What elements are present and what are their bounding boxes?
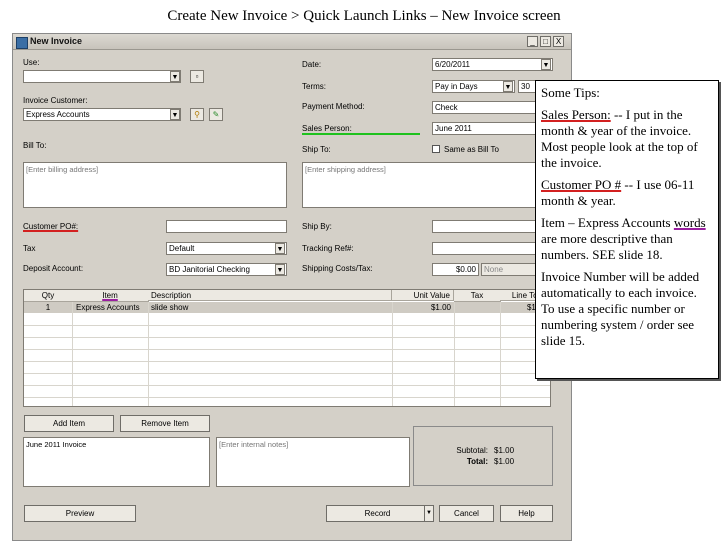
- use-document-icon[interactable]: ▫: [190, 70, 204, 83]
- invoice-customer-dropdown-arrow[interactable]: ▼: [170, 109, 180, 120]
- row-tax[interactable]: [454, 302, 500, 313]
- invoice-memo-field[interactable]: June 2011 Invoice: [23, 437, 210, 487]
- grid-column-line: [454, 302, 455, 406]
- minimize-button[interactable]: _: [527, 36, 538, 47]
- grid-line: [24, 385, 550, 386]
- line-items-grid[interactable]: Qty Item Description Unit Value Tax Line…: [23, 289, 551, 407]
- new-invoice-window: New Invoice _ □ X Use: ▼ ▫ Invoice Custo…: [12, 33, 572, 541]
- tax-select[interactable]: Default: [166, 242, 287, 255]
- grid-header-description[interactable]: Description: [148, 290, 392, 301]
- tip-item-prefix: Item – Express Accounts: [541, 215, 674, 230]
- grid-line: [24, 397, 550, 398]
- maximize-button[interactable]: □: [540, 36, 551, 47]
- grid-header-tax[interactable]: Tax: [454, 290, 501, 302]
- grid-line: [24, 361, 550, 362]
- grid-line: [24, 349, 550, 350]
- deposit-account-label: Deposit Account:: [23, 264, 84, 273]
- slide-title: Create New Invoice > Quick Launch Links …: [167, 8, 561, 24]
- tip-invoice-number: Invoice Number will be added automatical…: [541, 269, 700, 348]
- internal-notes-field[interactable]: [Enter internal notes]: [216, 437, 410, 487]
- ship-to-address[interactable]: [Enter shipping address]: [302, 162, 553, 208]
- title-bar[interactable]: New Invoice _ □ X: [13, 34, 571, 50]
- invoice-customer-select[interactable]: Express Accounts: [23, 108, 181, 121]
- tip-item: Item – Express Accounts words are more d…: [541, 215, 713, 263]
- ship-to-label: Ship To:: [302, 145, 331, 154]
- record-button[interactable]: Record: [326, 505, 429, 522]
- grid-column-line: [72, 302, 73, 406]
- grid-header-item[interactable]: Item: [72, 290, 149, 302]
- help-button[interactable]: Help: [500, 505, 553, 522]
- add-item-button[interactable]: Add Item: [24, 415, 114, 432]
- invoice-customer-label: Invoice Customer:: [23, 96, 88, 105]
- terms-label: Terms:: [302, 82, 326, 91]
- customer-lookup-icon[interactable]: ⚲: [190, 108, 204, 121]
- sales-person-label: Sales Person:: [302, 124, 352, 133]
- close-button[interactable]: X: [553, 36, 564, 47]
- tip-sales-person: Sales Person: -- I put in the month & ye…: [541, 107, 713, 171]
- window-title: New Invoice: [30, 36, 83, 46]
- use-select[interactable]: [23, 70, 181, 83]
- sales-person-field[interactable]: June 2011: [432, 122, 537, 135]
- grid-column-line: [148, 302, 149, 406]
- grid-line: [24, 373, 550, 374]
- grid-column-line: [392, 302, 393, 406]
- terms-dropdown-arrow[interactable]: ▼: [503, 81, 513, 92]
- payment-method-select[interactable]: Check: [432, 101, 537, 114]
- total-label: Total:: [466, 457, 488, 466]
- customer-po-label: Customer PO#:: [23, 222, 78, 231]
- shipping-costs-label: Shipping Costs/Tax:: [302, 264, 373, 273]
- tip-item-text: are more descriptive than numbers. SEE s…: [541, 231, 673, 262]
- subtotal-value: $1.00: [494, 446, 515, 455]
- grid-line: [24, 337, 550, 338]
- date-label: Date:: [302, 60, 322, 69]
- subtotal-label: Subtotal:: [456, 446, 488, 455]
- tip-item-term: words: [673, 215, 706, 230]
- tip-customer-po-term: Customer PO #: [541, 177, 622, 192]
- preview-button[interactable]: Preview: [24, 505, 136, 522]
- tips-callout: Some Tips: Sales Person: -- I put in the…: [535, 80, 719, 379]
- row-qty[interactable]: 1: [24, 302, 72, 313]
- tax-label: Tax: [23, 244, 36, 253]
- grid-line: [24, 325, 550, 326]
- grid-header-qty[interactable]: Qty: [24, 290, 73, 302]
- ship-by-label: Ship By:: [302, 222, 332, 231]
- tax-dropdown-arrow[interactable]: ▼: [275, 243, 285, 254]
- cancel-button[interactable]: Cancel: [439, 505, 494, 522]
- record-dropdown-arrow[interactable]: ▼: [424, 505, 434, 522]
- payment-method-label: Payment Method:: [302, 102, 365, 111]
- grid-header-item-text: Item: [102, 291, 118, 300]
- use-label: Use:: [23, 58, 40, 67]
- customer-po-label-text: Customer PO#:: [23, 222, 79, 231]
- edit-customer-icon[interactable]: ✎: [209, 108, 223, 121]
- tip-customer-po: Customer PO # -- I use 06-11 month & yea…: [541, 177, 713, 209]
- tips-heading: Some Tips:: [541, 85, 600, 100]
- date-field[interactable]: 6/20/2011: [432, 58, 553, 71]
- tracking-ref-label: Tracking Ref#:: [302, 244, 354, 253]
- row-item[interactable]: Express Accounts: [76, 302, 148, 313]
- grid-column-line: [500, 302, 501, 406]
- total-value: $1.00: [494, 457, 515, 466]
- customer-po-field[interactable]: [166, 220, 287, 233]
- use-dropdown-arrow[interactable]: ▼: [170, 71, 180, 82]
- grid-header-unit-value[interactable]: Unit Value: [392, 290, 454, 301]
- remove-item-button[interactable]: Remove Item: [120, 415, 210, 432]
- invoice-app-icon: [16, 37, 28, 49]
- bill-to-address[interactable]: [Enter billing address]: [23, 162, 287, 208]
- sales-person-highlight: [302, 133, 420, 135]
- tip-sales-person-term: Sales Person:: [541, 107, 611, 122]
- row-unit-value[interactable]: $1.00: [392, 302, 451, 313]
- shipping-tax-select[interactable]: None: [481, 263, 537, 276]
- bill-to-label: Bill To:: [23, 141, 47, 150]
- totals-panel: [413, 426, 553, 486]
- same-as-bill-checkbox[interactable]: [432, 145, 440, 153]
- row-description[interactable]: slide show: [151, 302, 391, 313]
- shipping-costs-field[interactable]: $0.00: [432, 263, 479, 276]
- date-dropdown-arrow[interactable]: ▼: [541, 59, 551, 70]
- deposit-account-dropdown-arrow[interactable]: ▼: [275, 264, 285, 275]
- same-as-bill-label: Same as Bill To: [444, 145, 499, 154]
- deposit-account-select[interactable]: BD Janitorial Checking: [166, 263, 287, 276]
